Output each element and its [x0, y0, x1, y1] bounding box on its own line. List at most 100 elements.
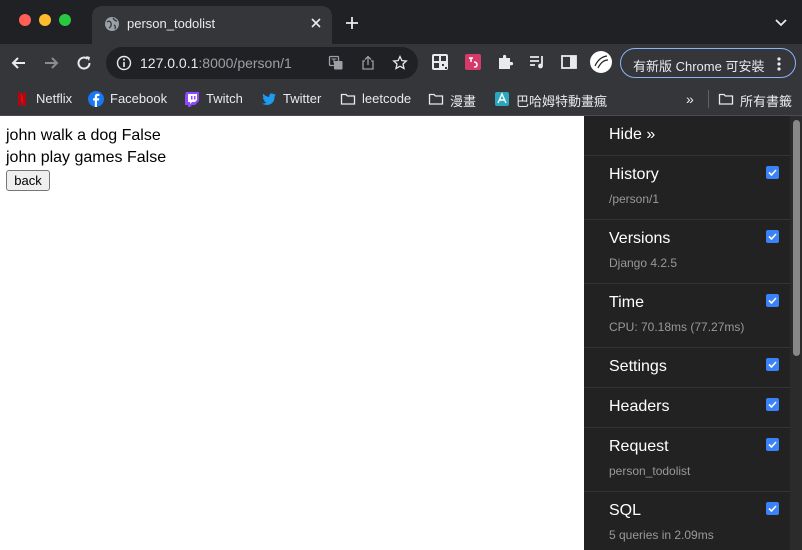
checkmark-icon	[768, 401, 777, 409]
panel-title: Time	[609, 294, 644, 311]
bookmark-label: Facebook	[110, 91, 168, 106]
chrome-update-button[interactable]: 有新版 Chrome 可安裝	[620, 48, 796, 78]
bookmark-twitch[interactable]: Twitch	[184, 88, 250, 110]
facebook-icon	[88, 91, 104, 107]
extensions-puzzle-icon[interactable]	[496, 53, 514, 71]
bookmark-label: 漫畫	[450, 94, 477, 109]
panel-subtitle: person_todolist	[609, 464, 691, 478]
bookmark-twitter[interactable]: Twitter	[261, 88, 329, 110]
panel-history[interactable]: History /person/1	[584, 155, 790, 219]
checkmark-icon	[768, 441, 777, 449]
folder-icon	[428, 93, 444, 105]
netflix-icon	[18, 92, 26, 106]
fullscreen-window-button[interactable]	[59, 14, 71, 26]
bookmark-netflix[interactable]: Netflix	[14, 88, 78, 110]
checkmark-icon	[768, 169, 777, 177]
side-panel-icon[interactable]	[560, 53, 578, 71]
tab-person-todolist[interactable]: person_todolist	[92, 6, 332, 44]
tab-strip: person_todolist	[0, 0, 802, 44]
panel-toggle-checkbox[interactable]	[766, 294, 779, 307]
more-bookmarks-button[interactable]: »	[686, 91, 694, 107]
back-arrow-icon[interactable]	[9, 53, 29, 73]
twitch-icon	[185, 92, 199, 107]
bookmarks-bar: Netflix Facebook Twitch Twitter leetcode	[0, 82, 802, 116]
dictionary-extension-icon[interactable]	[464, 53, 482, 71]
minimize-window-button[interactable]	[39, 14, 51, 26]
todo-item: john walk a dog False	[6, 127, 161, 144]
address-url[interactable]: 127.0.0.1:8000/person/1	[140, 55, 292, 71]
bookmark-label: 巴哈姆特動畫瘋	[516, 94, 608, 109]
bookmark-label: leetcode	[362, 91, 412, 106]
share-icon[interactable]	[360, 55, 376, 71]
panel-subtitle: CPU: 70.18ms (77.27ms)	[609, 320, 745, 334]
url-path: :8000/person/1	[198, 55, 292, 71]
url-host: 127.0.0.1	[140, 55, 199, 71]
page-content: john walk a dog False john play games Fa…	[0, 116, 584, 550]
bookmark-bahamut-anime[interactable]: 巴哈姆特動畫瘋	[494, 88, 608, 110]
panel-title: Versions	[609, 230, 671, 247]
folder-icon	[718, 93, 734, 105]
panel-toggle-checkbox[interactable]	[766, 502, 779, 515]
close-window-button[interactable]	[19, 14, 31, 26]
site-info-icon[interactable]	[116, 55, 132, 71]
panel-toggle-checkbox[interactable]	[766, 230, 779, 243]
panel-scrollbar[interactable]	[790, 116, 802, 550]
panel-title: Settings	[609, 358, 667, 375]
scrollbar-thumb[interactable]	[793, 120, 800, 356]
browser-toolbar: 127.0.0.1:8000/person/1 有新版 Chrome 可安裝	[0, 44, 802, 82]
checkmark-icon	[768, 361, 777, 369]
panel-toggle-checkbox[interactable]	[766, 438, 779, 451]
folder-icon	[340, 93, 356, 105]
panel-title: Request	[609, 438, 669, 455]
tab-title: person_todolist	[127, 16, 216, 31]
profile-avatar[interactable]	[590, 51, 612, 73]
bookmark-star-icon[interactable]	[392, 55, 408, 71]
panel-subtitle: 5 queries in 2.09ms	[609, 528, 714, 542]
panel-toggle-checkbox[interactable]	[766, 166, 779, 179]
translate-icon[interactable]	[328, 55, 344, 71]
more-vert-icon[interactable]	[777, 57, 781, 71]
chevron-down-icon[interactable]	[774, 17, 788, 29]
profile-avatar-icon	[591, 52, 611, 72]
bookmark-folder-manga[interactable]: 漫畫	[428, 88, 482, 110]
bookmark-label: Netflix	[36, 91, 73, 106]
panel-subtitle: /person/1	[609, 192, 660, 206]
panel-sql[interactable]: SQL 5 queries in 2.09ms	[584, 491, 790, 550]
checkmark-icon	[768, 297, 777, 305]
all-bookmarks-folder[interactable]: 所有書籤	[718, 88, 798, 110]
panel-versions[interactable]: Versions Django 4.2.5	[584, 219, 790, 283]
panel-settings[interactable]: Settings	[584, 347, 790, 387]
hide-toolbar-link[interactable]: Hide »	[609, 126, 655, 144]
twitter-icon	[262, 93, 276, 105]
new-tab-icon[interactable]	[344, 15, 360, 31]
bookmark-label: Twitch	[206, 91, 243, 106]
back-button[interactable]: back	[6, 170, 50, 191]
checkmark-icon	[768, 505, 777, 513]
chrome-update-label: 有新版 Chrome 可安裝	[633, 59, 765, 74]
all-bookmarks-label: 所有書籤	[740, 94, 793, 109]
forward-arrow-icon[interactable]	[41, 53, 61, 73]
close-tab-icon[interactable]	[308, 15, 324, 31]
panel-headers[interactable]: Headers	[584, 387, 790, 427]
panel-subtitle: Django 4.2.5	[609, 256, 678, 270]
debug-toolbar-panel: Hide » History /person/1 Versions Django…	[584, 116, 802, 550]
checkmark-icon	[768, 233, 777, 241]
reload-icon[interactable]	[74, 53, 94, 73]
globe-icon	[105, 17, 119, 31]
panel-title: SQL	[609, 502, 642, 519]
panel-time[interactable]: Time CPU: 70.18ms (77.27ms)	[584, 283, 790, 347]
bookmark-folder-leetcode[interactable]: leetcode	[340, 88, 416, 110]
panel-request[interactable]: Request person_todolist	[584, 427, 790, 491]
media-queue-icon[interactable]	[528, 53, 546, 71]
bookmark-label: Twitter	[283, 91, 322, 106]
todo-item: john play games False	[6, 149, 167, 166]
panel-title: Headers	[609, 398, 670, 415]
bahamut-icon	[495, 92, 509, 106]
bookmarks-separator	[708, 90, 709, 108]
panel-title: History	[609, 166, 659, 183]
panel-toggle-checkbox[interactable]	[766, 358, 779, 371]
qr-code-icon[interactable]	[431, 53, 449, 71]
panel-toggle-checkbox[interactable]	[766, 398, 779, 411]
address-bar[interactable]: 127.0.0.1:8000/person/1	[106, 47, 418, 79]
bookmark-facebook[interactable]: Facebook	[88, 88, 172, 110]
